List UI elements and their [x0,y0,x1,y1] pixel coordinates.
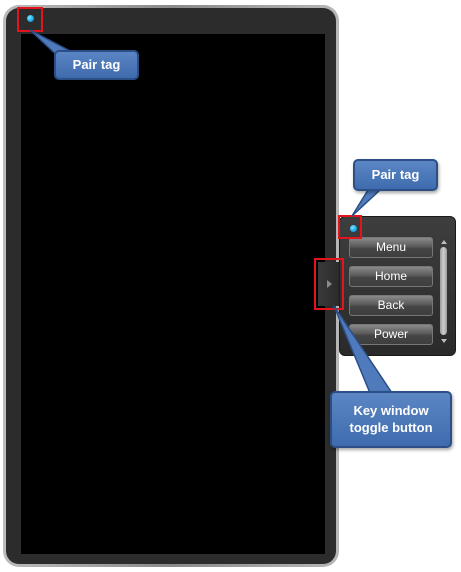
scroll-up-button[interactable] [439,237,448,246]
menu-key-button[interactable]: Menu [349,237,433,258]
power-key-button[interactable]: Power [349,324,433,345]
highlight-toggle-button [314,258,344,310]
back-key-button[interactable]: Back [349,295,433,316]
key-pair-tag-pointer [351,189,382,217]
callout-toggle-line1: Key window [353,403,429,418]
callout-main-pair-tag: Pair tag [54,50,139,80]
highlight-main-pair-tag [17,7,43,32]
highlight-key-window-pair-tag [338,215,362,239]
scroll-thumb[interactable] [440,247,447,335]
key-window-scrollbar[interactable] [439,237,448,347]
callout-toggle-line2: toggle button [349,420,433,435]
callout-key-window-pair-tag: Pair tag [353,159,438,191]
callout-key-window-toggle: Key window toggle button [330,391,452,448]
device-screen[interactable] [21,34,325,554]
scroll-down-arrow-icon [440,338,447,343]
device-bezel [6,8,336,564]
scroll-up-arrow-icon [440,239,447,244]
scroll-down-button[interactable] [439,336,448,345]
key-button-list: Menu Home Back Power [349,237,433,353]
home-key-button[interactable]: Home [349,266,433,287]
device-frame [3,5,339,567]
